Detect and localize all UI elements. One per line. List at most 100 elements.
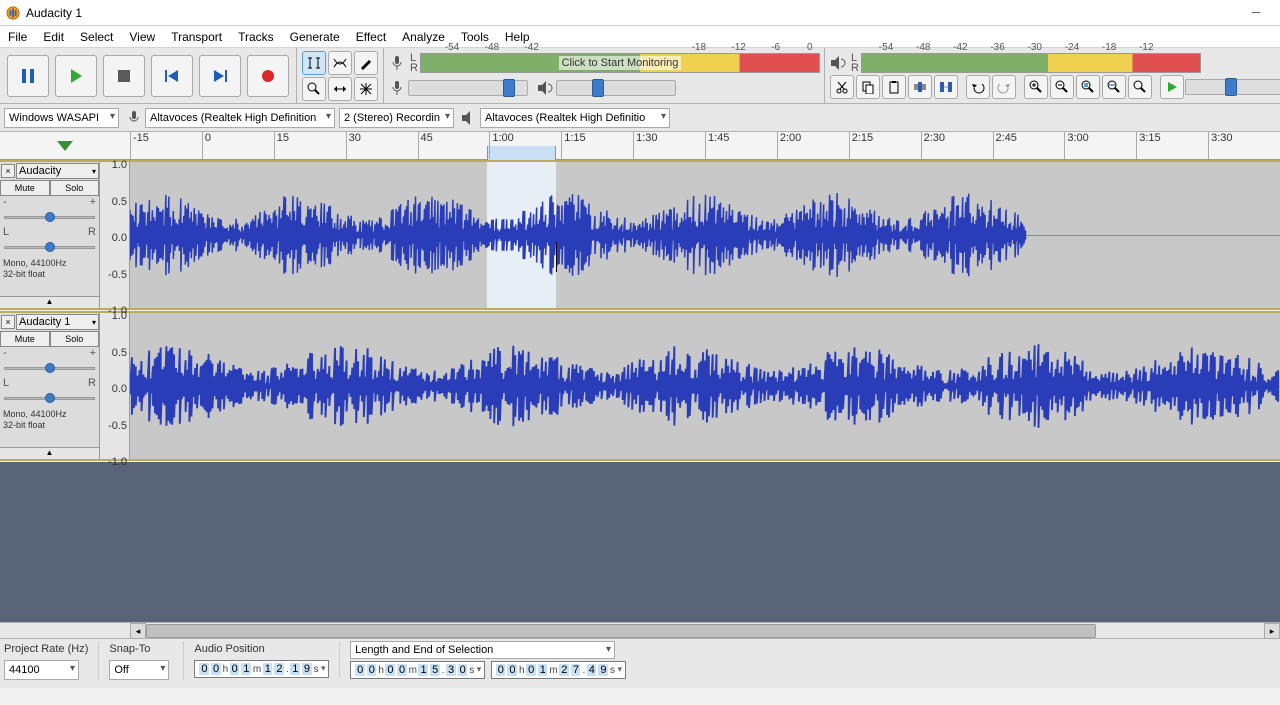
fit-project-button[interactable] <box>1102 75 1126 99</box>
gain-slider[interactable] <box>4 361 95 375</box>
play-at-speed-button[interactable] <box>1160 75 1184 99</box>
envelope-tool[interactable] <box>328 51 352 75</box>
stop-button[interactable] <box>103 55 145 97</box>
timeline-tick: 2:00 <box>777 132 801 159</box>
mute-button[interactable]: Mute <box>0 180 50 196</box>
zoom-toggle-button[interactable] <box>1128 75 1152 99</box>
mic-icon <box>388 79 406 97</box>
pan-slider[interactable] <box>4 391 95 405</box>
scroll-left-button[interactable]: ◂ <box>130 623 146 639</box>
playback-volume-slider[interactable] <box>556 80 676 96</box>
solo-button[interactable]: Solo <box>50 331 100 347</box>
track-collapse-button[interactable]: ▲ <box>0 296 99 308</box>
vertical-scale[interactable]: 1.00.50.0-0.5-1.0 <box>100 162 130 308</box>
horizontal-scrollbar[interactable]: ◂ ▸ <box>0 622 1280 638</box>
solo-button[interactable]: Solo <box>50 180 100 196</box>
zoom-in-button[interactable] <box>1024 75 1048 99</box>
audio-track: × Audacity Mute Solo -+ LR Mono, 44100Hz… <box>0 160 1280 310</box>
menu-edit[interactable]: Edit <box>35 26 72 47</box>
play-meter-lr: LR <box>851 53 859 73</box>
cut-button[interactable] <box>830 75 854 99</box>
menu-view[interactable]: View <box>121 26 163 47</box>
tracks-empty-area[interactable] <box>0 462 1280 622</box>
selection-length-field[interactable]: 00h00m15.30s <box>350 661 485 679</box>
recording-volume-slider[interactable] <box>408 80 528 96</box>
timeline-tick: 3:00 <box>1064 132 1088 159</box>
pause-button[interactable] <box>7 55 49 97</box>
track-control-panel: × Audacity 1 Mute Solo -+ LR Mono, 44100… <box>0 313 100 459</box>
playback-device-combo[interactable]: Altavoces (Realtek High Definitio <box>480 108 670 128</box>
selection-end-field[interactable]: 00h01m27.49s <box>491 661 626 679</box>
window-title: Audacity 1 <box>26 6 1238 20</box>
menu-transport[interactable]: Transport <box>163 26 230 47</box>
pan-slider[interactable] <box>4 240 95 254</box>
track-name-dropdown[interactable]: Audacity <box>16 163 99 179</box>
paste-button[interactable] <box>882 75 906 99</box>
timeline-tick: 30 <box>346 132 361 159</box>
mic-icon[interactable] <box>388 54 406 72</box>
skip-start-button[interactable] <box>151 55 193 97</box>
timeline-tick: -15 <box>130 132 149 159</box>
selection-tool[interactable] <box>302 51 326 75</box>
timeline-ruler[interactable]: -1501530451:001:151:301:452:002:152:302:… <box>0 132 1280 160</box>
recording-channels-combo[interactable]: 2 (Stereo) Recordin <box>339 108 454 128</box>
undo-button[interactable] <box>966 75 990 99</box>
recording-meter[interactable]: -54 -48 -42 Click to Start Monitoring -1… <box>420 53 820 73</box>
play-button[interactable] <box>55 55 97 97</box>
scroll-thumb[interactable] <box>146 624 1096 638</box>
waveform-area[interactable] <box>130 313 1280 459</box>
track-close-button[interactable]: × <box>1 164 15 178</box>
draw-tool[interactable] <box>354 51 378 75</box>
snap-to-combo[interactable]: Off <box>109 660 169 680</box>
timeline-tick: 3:30 <box>1208 132 1232 159</box>
menu-effect[interactable]: Effect <box>348 26 394 47</box>
rec-meter-lr: LR <box>410 53 418 73</box>
track-close-button[interactable]: × <box>1 315 15 329</box>
zoom-out-button[interactable] <box>1050 75 1074 99</box>
project-rate-combo[interactable]: 44100 <box>4 660 79 680</box>
timeline-tick: 1:15 <box>561 132 585 159</box>
zoom-tool[interactable] <box>302 77 326 101</box>
snap-to-label: Snap-To <box>109 641 173 657</box>
track-format-info: Mono, 44100Hz32-bit float <box>0 407 99 433</box>
timeline-tick: 2:30 <box>921 132 945 159</box>
playback-speed-slider[interactable] <box>1185 79 1280 95</box>
app-logo-icon <box>6 6 20 20</box>
waveform-area[interactable] <box>130 162 1280 308</box>
track-name-dropdown[interactable]: Audacity 1 <box>16 314 99 330</box>
copy-button[interactable] <box>856 75 880 99</box>
scroll-right-button[interactable]: ▸ <box>1264 623 1280 639</box>
timeline-tick: 2:15 <box>849 132 873 159</box>
fit-selection-button[interactable] <box>1076 75 1100 99</box>
minimize-button[interactable]: ─ <box>1238 3 1274 23</box>
trim-button[interactable] <box>908 75 932 99</box>
menu-generate[interactable]: Generate <box>282 26 348 47</box>
track-collapse-button[interactable]: ▲ <box>0 447 99 459</box>
menu-tracks[interactable]: Tracks <box>230 26 282 47</box>
track-format-info: Mono, 44100Hz32-bit float <box>0 256 99 282</box>
edit-cursor <box>556 242 557 272</box>
transport-toolbar <box>0 48 297 103</box>
timeline-tick: 1:45 <box>705 132 729 159</box>
skip-end-button[interactable] <box>199 55 241 97</box>
multi-tool[interactable] <box>354 77 378 101</box>
gain-slider[interactable] <box>4 210 95 224</box>
mute-button[interactable]: Mute <box>0 331 50 347</box>
selection-mode-combo[interactable]: Length and End of Selection <box>350 641 615 659</box>
recording-device-combo[interactable]: Altavoces (Realtek High Definition <box>145 108 335 128</box>
timeshift-tool[interactable] <box>328 77 352 101</box>
menu-select[interactable]: Select <box>72 26 121 47</box>
vertical-scale[interactable]: 1.00.50.0-0.5-1.0 <box>100 313 130 459</box>
audio-host-combo[interactable]: Windows WASAPI <box>4 108 119 128</box>
timeline-tick: 2:45 <box>993 132 1017 159</box>
record-button[interactable] <box>247 55 289 97</box>
redo-button[interactable] <box>992 75 1016 99</box>
timeline-play-icon[interactable] <box>57 141 73 151</box>
speaker-icon[interactable] <box>829 54 847 72</box>
speaker-icon <box>536 79 554 97</box>
playback-meter[interactable]: -54 -48 -42 -36 -30 -24 -18 -12 <box>861 53 1201 73</box>
timeline-tick: 45 <box>418 132 433 159</box>
audio-position-field[interactable]: 00h01m12.19s <box>194 660 329 678</box>
silence-button[interactable] <box>934 75 958 99</box>
menu-file[interactable]: File <box>0 26 35 47</box>
